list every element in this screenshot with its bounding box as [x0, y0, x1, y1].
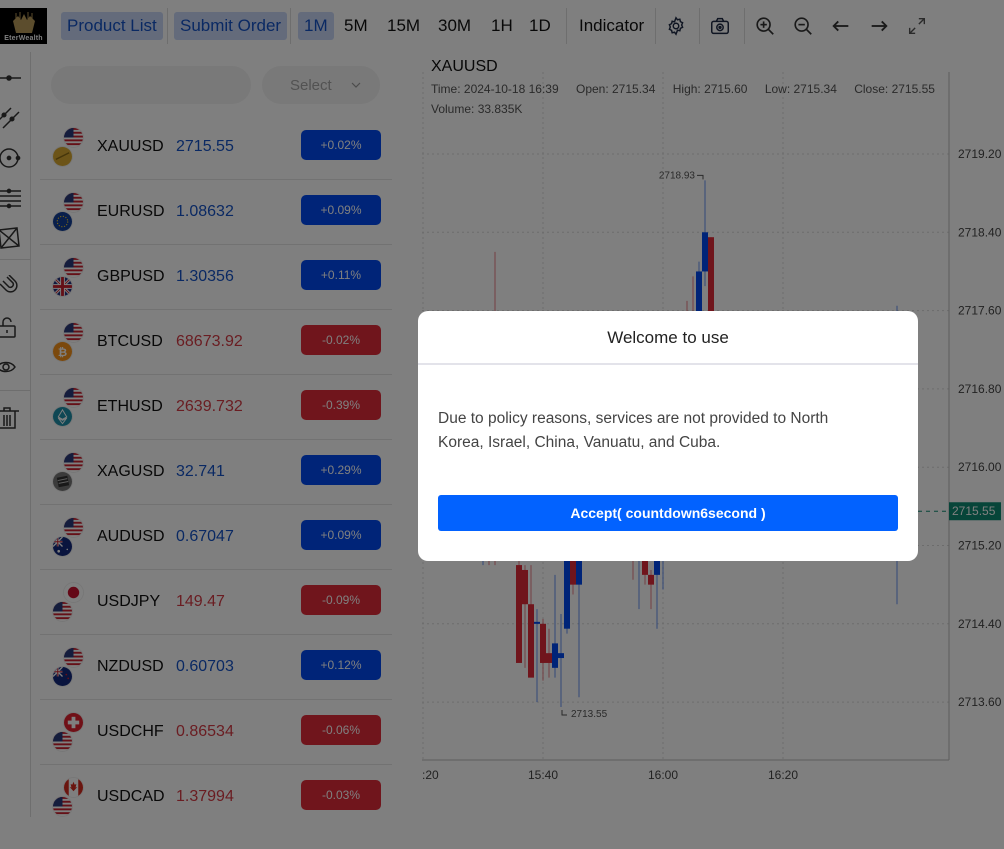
trading-app: EterWealth Product List Submit Order 1M … — [0, 0, 1004, 849]
welcome-dialog: Welcome to use Due to policy reasons, se… — [418, 311, 918, 561]
accept-button[interactable]: Accept( countdown6second ) — [438, 495, 898, 531]
dialog-title: Welcome to use — [418, 311, 918, 365]
dialog-message: Due to policy reasons, services are not … — [438, 410, 829, 451]
